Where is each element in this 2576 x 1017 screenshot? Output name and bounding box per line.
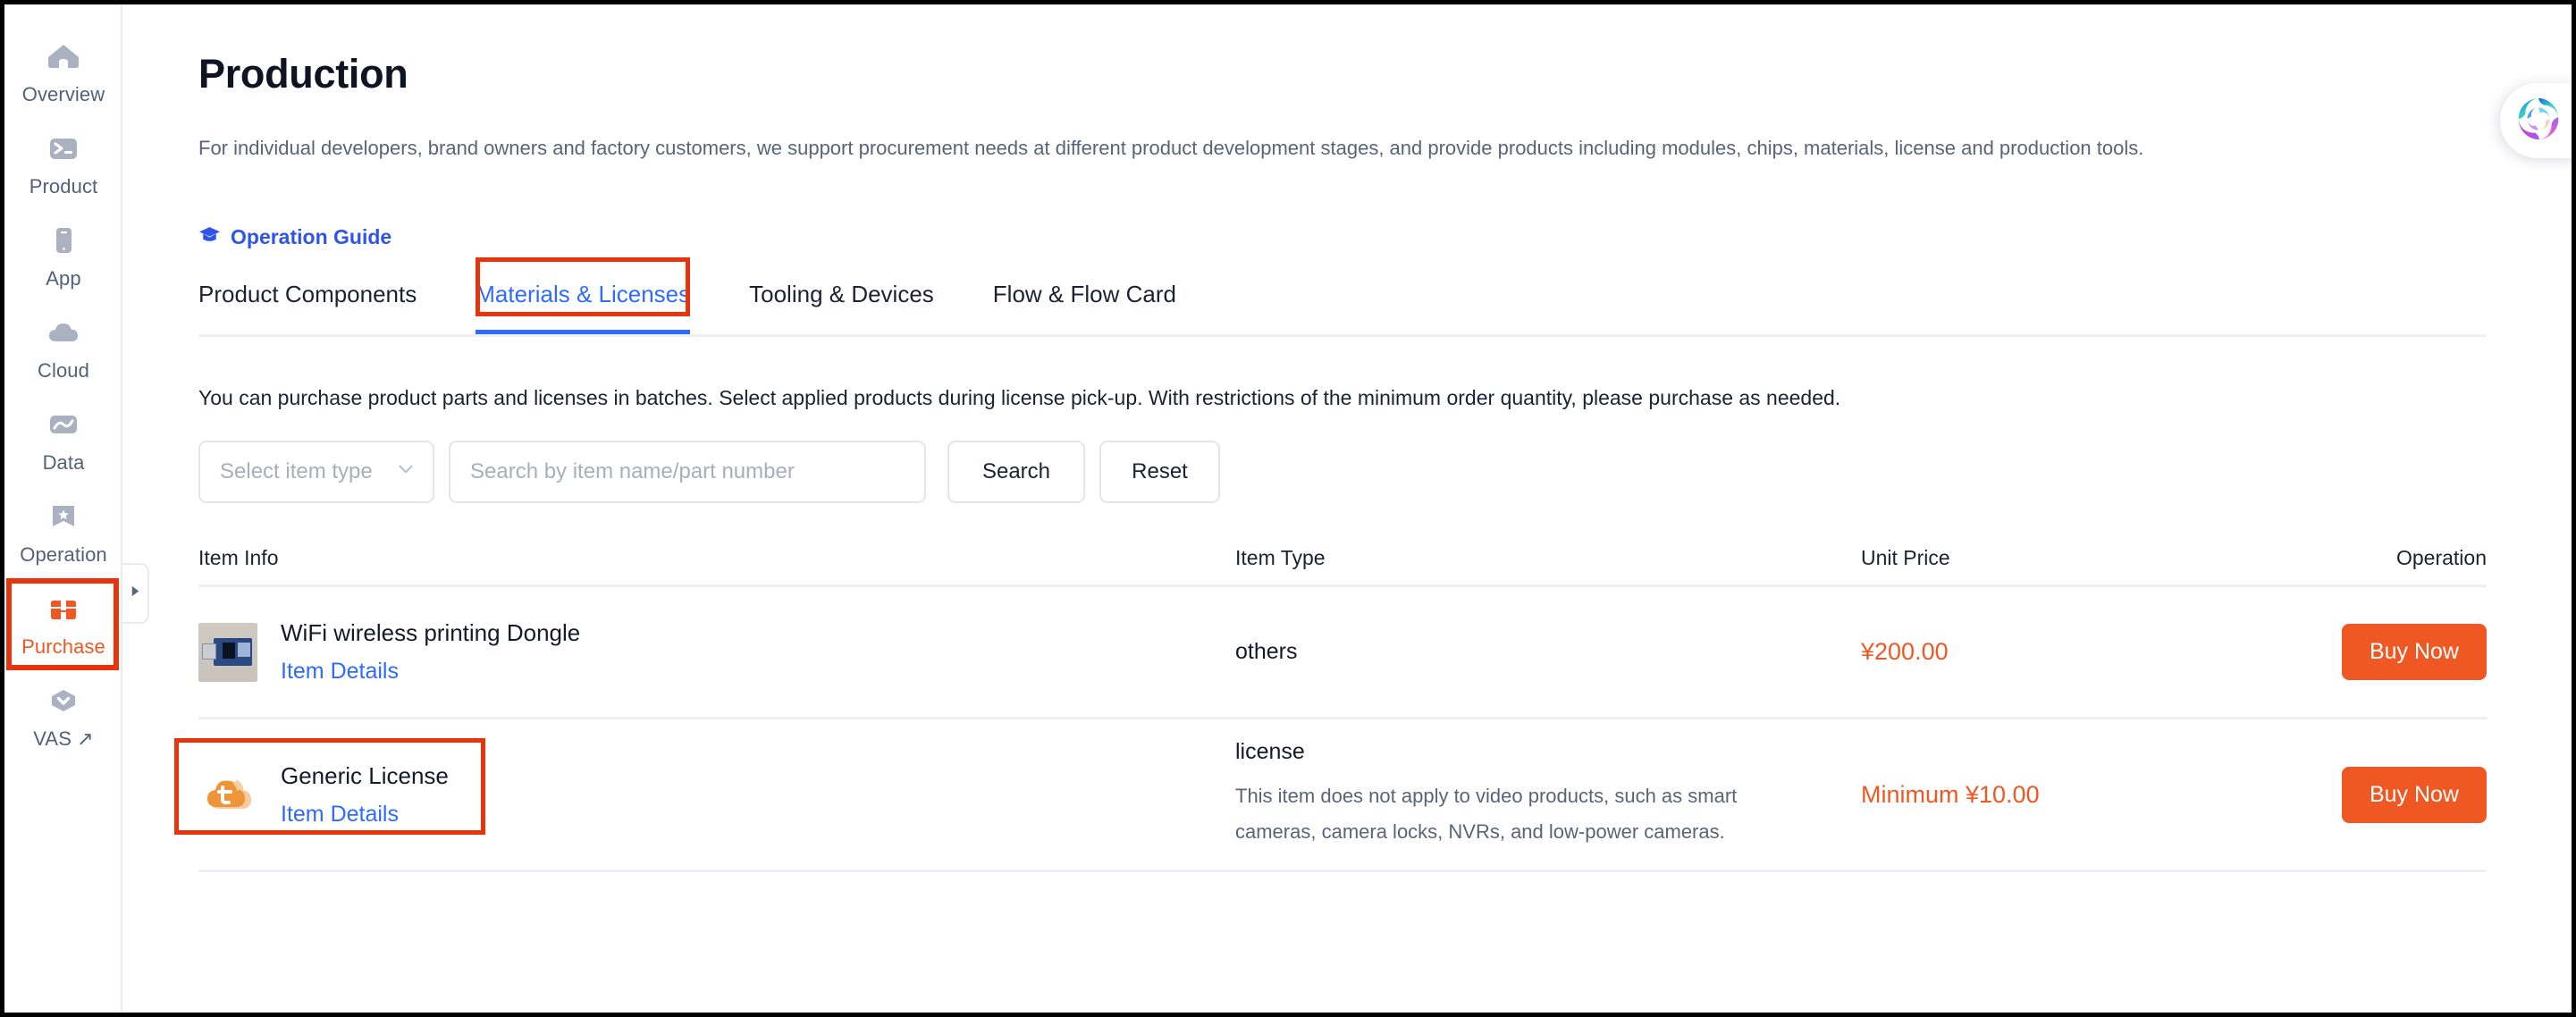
item-details-link[interactable]: Item Details (281, 802, 449, 828)
column-header-item-type: Item Type (1235, 546, 1326, 569)
sidebar-item-data[interactable]: Data (4, 394, 122, 486)
item-type-select[interactable]: Select item type (198, 441, 434, 503)
item-info-cell: Generic License Item Details (174, 737, 1235, 835)
search-button[interactable]: Search (947, 441, 1085, 503)
sidebar-item-operation[interactable]: Operation (4, 486, 122, 578)
item-type-select-value: Select item type (220, 459, 373, 483)
sidebar-item-label: Product (29, 175, 98, 198)
sidebar-collapse-toggle[interactable] (122, 563, 149, 624)
toolbox-icon (45, 590, 82, 627)
sidebar-item-label: Cloud (38, 359, 89, 382)
item-type-value: license (1235, 739, 1305, 764)
operation-guide-label: Operation Guide (231, 224, 392, 248)
graduation-cap-icon (198, 223, 221, 250)
filter-bar: Select item type Search Reset (198, 441, 1220, 503)
sidebar-item-label: App (46, 267, 81, 290)
sidebar-item-app[interactable]: App (4, 210, 122, 302)
cloud-icon (45, 314, 82, 351)
home-icon (45, 38, 82, 75)
buy-now-button[interactable]: Buy Now (2341, 624, 2487, 680)
sidebar-item-cloud[interactable]: Cloud (4, 302, 122, 394)
ai-spiral-icon (2513, 93, 2564, 149)
chevron-down-icon (396, 459, 416, 485)
tab-flow-flow-card[interactable]: Flow & Flow Card (993, 273, 1176, 332)
item-name: Generic License (281, 761, 449, 789)
item-type-cell: license This item does not apply to vide… (1235, 739, 1861, 850)
sidebar-item-vas[interactable]: VAS ↗ (4, 670, 122, 762)
search-input[interactable] (449, 441, 926, 503)
tab-product-components[interactable]: Product Components (198, 273, 417, 332)
item-type-cell: others (1235, 639, 1861, 665)
triangle-right-icon (129, 584, 142, 603)
unit-price-value: ¥200.00 (1861, 638, 1949, 665)
tuya-cloud-icon (198, 765, 257, 824)
sidebar-item-label: Overview (21, 83, 105, 105)
sidebar-item-product[interactable]: Product (4, 118, 122, 210)
sidebar: Overview Product App Cloud Data Operatio… (4, 4, 122, 1013)
sidebar-item-label: Operation (20, 543, 107, 566)
column-header-unit-price: Unit Price (1861, 546, 1950, 569)
list-note: You can purchase product parts and licen… (198, 386, 1841, 409)
column-header-item-info: Item Info (198, 546, 279, 569)
sidebar-item-overview[interactable]: Overview (4, 26, 122, 118)
unit-price-value: Minimum ¥10.00 (1861, 780, 2040, 808)
table-row: WiFi wireless printing Dongle Item Detai… (198, 587, 2487, 719)
main-content: Production For individual developers, br… (124, 4, 2572, 1013)
item-name: WiFi wireless printing Dongle (281, 619, 581, 646)
item-type-value: others (1235, 639, 1298, 664)
tab-materials-licenses[interactable]: Materials & Licenses (476, 257, 691, 334)
operation-guide-link[interactable]: Operation Guide (198, 223, 391, 250)
items-table: Item Info Item Type Unit Price Operation… (174, 532, 2487, 872)
page-title: Production (198, 51, 408, 97)
reset-button[interactable]: Reset (1099, 441, 1220, 503)
item-type-note: This item does not apply to video produc… (1235, 785, 1738, 843)
terminal-icon (45, 130, 82, 167)
column-header-operation: Operation (2395, 546, 2487, 569)
table-header-row: Item Info Item Type Unit Price Operation (198, 532, 2487, 587)
operation-cell: Buy Now (2236, 766, 2487, 823)
tab-label: Materials & Licenses (476, 281, 691, 307)
item-info-cell: WiFi wireless printing Dongle Item Detai… (198, 619, 1235, 685)
tab-bar: Product Components Materials & Licenses … (198, 257, 2487, 337)
sidebar-item-label: Data (42, 451, 85, 474)
sidebar-item-label: Purchase (21, 635, 105, 658)
app-window: Overview Product App Cloud Data Operatio… (0, 0, 2576, 1017)
buy-now-button[interactable]: Buy Now (2341, 766, 2487, 823)
phone-icon (45, 222, 82, 259)
tab-tooling-devices[interactable]: Tooling & Devices (749, 273, 934, 332)
page-description: For individual developers, brand owners … (198, 137, 2144, 159)
item-details-link[interactable]: Item Details (281, 659, 580, 685)
ai-assistant-button[interactable] (2500, 83, 2572, 158)
chart-line-icon (45, 406, 82, 443)
sidebar-item-label: VAS ↗ (33, 727, 94, 750)
bookmark-star-icon (45, 498, 82, 535)
sidebar-item-purchase[interactable]: Purchase (4, 578, 122, 670)
usb-dongle-photo (198, 622, 257, 682)
operation-cell: Buy Now (2236, 624, 2487, 680)
hexagon-chevron-icon (45, 682, 82, 719)
table-row: Generic License Item Details license Thi… (174, 719, 2487, 872)
